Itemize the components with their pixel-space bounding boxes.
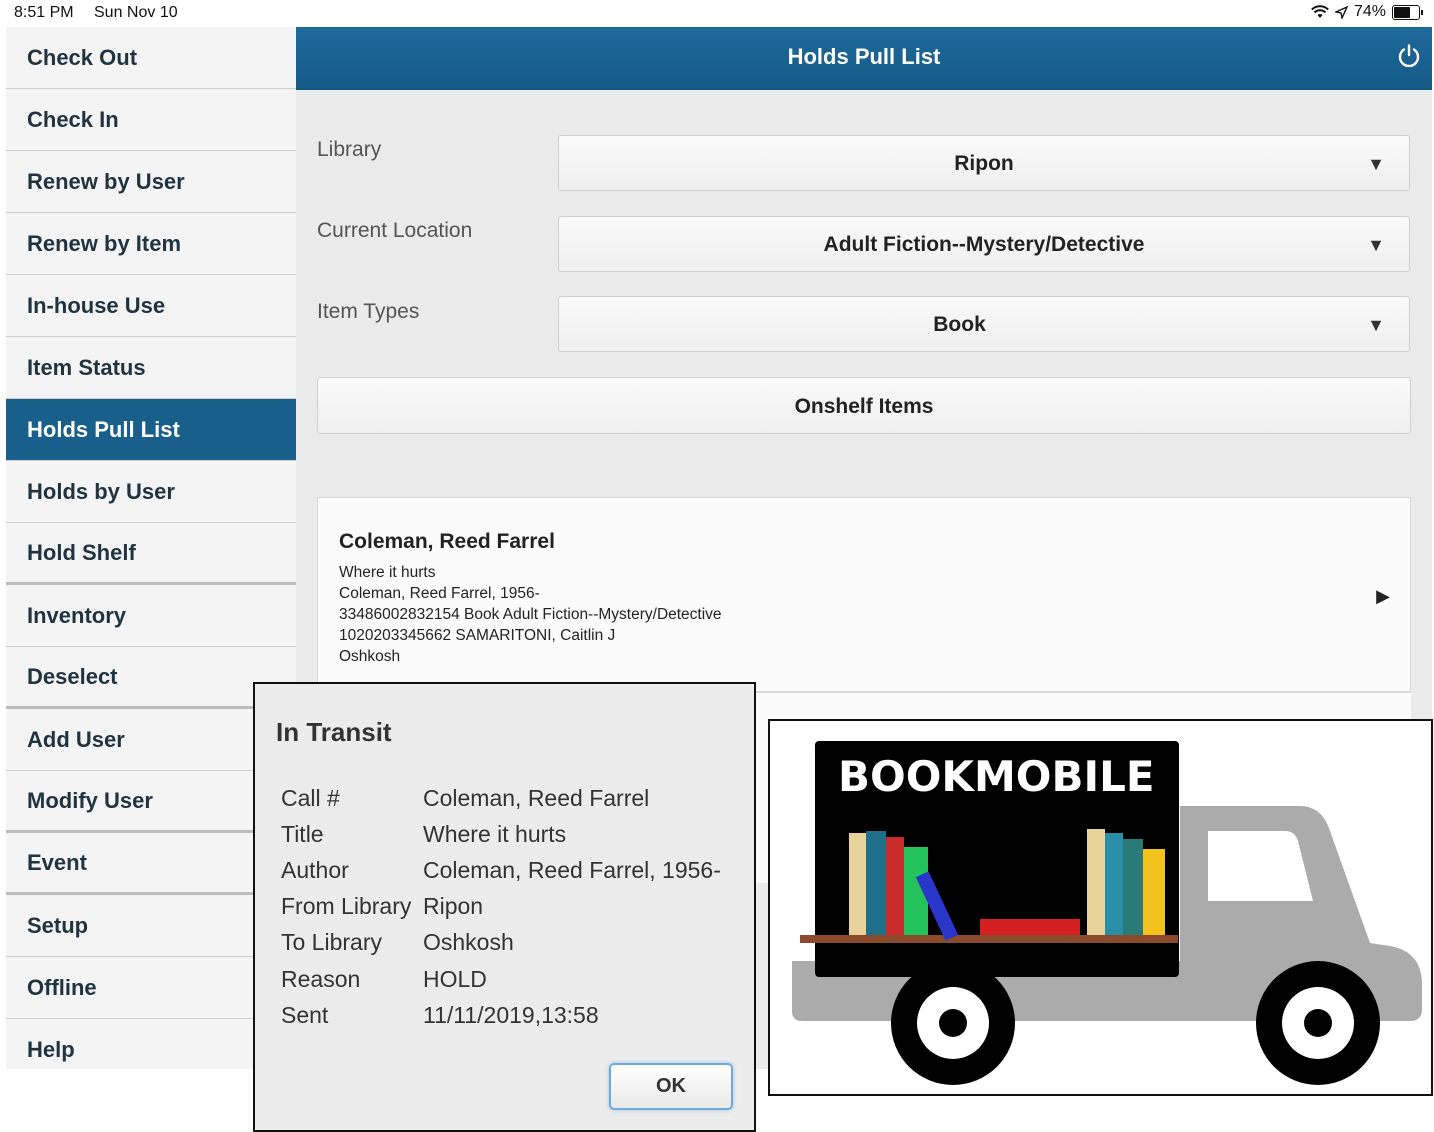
dialog-key: From Library <box>281 893 412 919</box>
sidebar-item-inventory[interactable]: Inventory <box>6 585 296 647</box>
item-types-select[interactable]: Book ▼ <box>558 296 1410 352</box>
onshelf-items-label: Onshelf Items <box>794 395 934 418</box>
dialog-value: Coleman, Reed Farrel, 1956- <box>423 857 721 883</box>
onshelf-items-button[interactable]: Onshelf Items <box>317 377 1411 434</box>
battery-percent: 74% <box>1353 3 1386 20</box>
dialog-value: 11/11/2019,13:58 <box>423 1002 599 1028</box>
hold-result-item[interactable]: Coleman, Reed Farrel Where it hurts Cole… <box>317 497 1411 692</box>
wifi-icon <box>1311 5 1329 18</box>
sidebar-item-renew-by-item[interactable]: Renew by Item <box>6 213 296 275</box>
library-select-value: Ripon <box>954 152 1014 175</box>
dialog-key: To Library <box>281 929 382 955</box>
page-title: Holds Pull List <box>787 44 941 69</box>
result-user-info: 1020203345662 SAMARITONI, Caitlin J <box>339 627 616 644</box>
item-types-value: Book <box>933 313 986 336</box>
dropdown-arrow-icon: ▼ <box>1367 315 1385 335</box>
dialog-row-sent: Sent 11/11/2019,13:58 <box>281 1002 599 1029</box>
bookmobile-illustration: BOOKMOBILE <box>768 719 1433 1096</box>
dropdown-arrow-icon: ▼ <box>1367 154 1385 174</box>
dialog-value: HOLD <box>423 966 487 992</box>
dialog-value: Coleman, Reed Farrel <box>423 785 650 811</box>
dialog-value: Oshkosh <box>423 929 514 955</box>
sidebar-item-in-house-use[interactable]: In-house Use <box>6 275 296 337</box>
status-indicators: 74% <box>1311 3 1423 21</box>
dialog-title: In Transit <box>276 717 392 747</box>
battery-icon <box>1392 4 1423 20</box>
dialog-key: Sent <box>281 1002 329 1028</box>
dialog-row-author: Author Coleman, Reed Farrel, 1956- <box>281 857 721 884</box>
dialog-key: Author <box>281 857 349 883</box>
dialog-row-to-library: To Library Oshkosh <box>281 929 514 956</box>
library-label: Library <box>317 138 382 161</box>
item-types-label: Item Types <box>317 300 420 323</box>
dialog-row-call-number: Call # Coleman, Reed Farrel <box>281 785 649 812</box>
result-pickup-library: Oshkosh <box>339 648 401 665</box>
sidebar-item-item-status[interactable]: Item Status <box>6 337 296 399</box>
bookmobile-sign: BOOKMOBILE <box>838 752 1155 801</box>
dialog-row-reason: Reason HOLD <box>281 966 487 993</box>
location-arrow-icon <box>1334 5 1348 19</box>
sidebar-item-renew-by-user[interactable]: Renew by User <box>6 151 296 213</box>
dialog-row-title: Title Where it hurts <box>281 821 566 848</box>
dialog-key: Title <box>281 821 324 847</box>
result-item-info: 33486002832154 Book Adult Fiction--Myste… <box>339 606 722 623</box>
dropdown-arrow-icon: ▼ <box>1367 235 1385 255</box>
sidebar-item-check-out[interactable]: Check Out <box>6 27 296 89</box>
status-date: Sun Nov 10 <box>94 4 178 21</box>
chevron-right-icon: ▶ <box>1376 586 1390 606</box>
current-location-value: Adult Fiction--Mystery/Detective <box>823 233 1145 256</box>
dialog-key: Reason <box>281 966 361 992</box>
sidebar-item-holds-by-user[interactable]: Holds by User <box>6 461 296 523</box>
sidebar-item-holds-pull-list[interactable]: Holds Pull List <box>6 399 296 461</box>
current-location-select[interactable]: Adult Fiction--Mystery/Detective ▼ <box>558 216 1410 272</box>
dialog-value: Where it hurts <box>423 821 567 847</box>
in-transit-dialog: In Transit Call # Coleman, Reed Farrel T… <box>253 682 756 1132</box>
current-location-label: Current Location <box>317 219 473 242</box>
status-time: 8:51 PM <box>14 4 74 21</box>
power-icon[interactable] <box>1396 43 1422 69</box>
sidebar-item-hold-shelf[interactable]: Hold Shelf <box>6 523 296 585</box>
result-name: Coleman, Reed Farrel <box>339 530 555 553</box>
result-title: Where it hurts <box>339 564 436 581</box>
bookmobile-truck-icon: BOOKMOBILE <box>790 735 1425 1093</box>
result-author: Coleman, Reed Farrel, 1956- <box>339 585 540 602</box>
dialog-value: Ripon <box>423 893 484 919</box>
ok-button[interactable]: OK <box>609 1063 733 1110</box>
library-select[interactable]: Ripon ▼ <box>558 135 1410 191</box>
page-header: Holds Pull List <box>296 27 1432 90</box>
status-bar: 8:51 PM Sun Nov 10 74% <box>0 0 1434 26</box>
dialog-key: Call # <box>281 785 340 811</box>
sidebar-item-check-in[interactable]: Check In <box>6 89 296 151</box>
dialog-row-from-library: From Library Ripon <box>281 893 483 920</box>
